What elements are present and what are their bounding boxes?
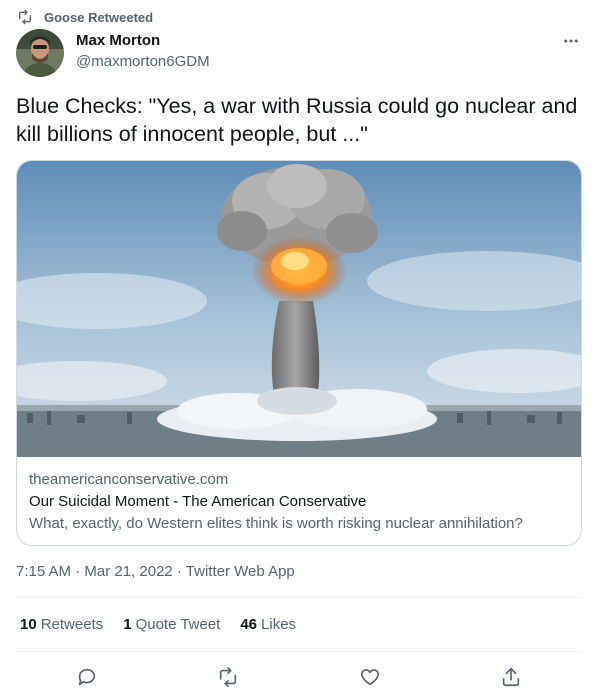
retweet-icon <box>19 9 31 25</box>
likes-count: 46 <box>240 616 258 633</box>
retweet-icon <box>219 667 237 687</box>
quote-tweets-count: 1 <box>123 616 132 633</box>
tweet-actions <box>16 660 582 692</box>
mushroom-cloud-image[interactable] <box>17 161 581 457</box>
tweet-stats: 10 Retweets 1 Quote Tweet 46 Likes <box>20 616 296 633</box>
retweets-count: 10 <box>20 616 37 633</box>
like-icon <box>360 669 380 686</box>
divider <box>16 651 582 652</box>
share-icon <box>502 667 520 687</box>
card-title: Our Suicidal Moment - The American Conse… <box>29 493 367 510</box>
card-domain: theamericanconservative.com <box>29 471 229 488</box>
likes-label: Likes <box>261 616 297 633</box>
card-description: What, exactly, do Western elites think i… <box>29 515 523 532</box>
reply-icon <box>78 668 96 686</box>
avatar[interactable] <box>16 29 64 77</box>
tweet-text: Blue Checks: "Yes, a war with Russia cou… <box>16 94 578 146</box>
more-icon <box>564 39 578 43</box>
reply-button[interactable] <box>72 662 102 692</box>
more-options-button[interactable] <box>560 30 582 52</box>
tweet-timestamp[interactable]: 7:15 AM · Mar 21, 2022 · Twitter Web App <box>16 563 295 580</box>
retweet-indicator[interactable]: Goose Retweeted <box>17 8 153 26</box>
retweet-label: Goose Retweeted <box>44 9 154 25</box>
quote-tweets-label: Quote Tweet <box>135 616 221 633</box>
retweets-stat[interactable]: 10 Retweets <box>20 616 103 633</box>
share-button[interactable] <box>496 662 526 692</box>
author-name[interactable]: Max Morton <box>76 32 160 49</box>
retweet-button[interactable] <box>213 662 243 692</box>
like-button[interactable] <box>355 662 385 692</box>
quote-tweets-stat[interactable]: 1 Quote Tweet <box>123 616 220 633</box>
likes-stat[interactable]: 46 Likes <box>240 616 296 633</box>
divider <box>16 597 582 598</box>
link-card[interactable]: theamericanconservative.com Our Suicidal… <box>16 160 582 546</box>
author-handle[interactable]: @maxmorton6GDM <box>76 53 210 70</box>
retweets-label: Retweets <box>40 616 104 633</box>
